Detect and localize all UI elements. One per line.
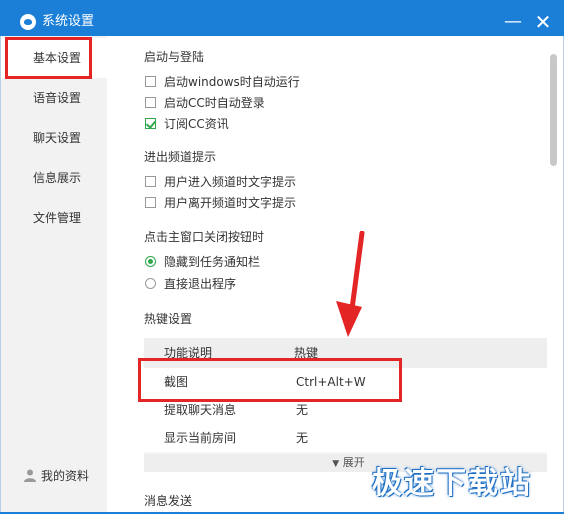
section-title-startup: 启动与登陆 <box>144 50 205 64</box>
vertical-scrollbar[interactable] <box>547 36 561 512</box>
checkbox-label: 启动CC时自动登录 <box>164 96 265 110</box>
checkbox-icon[interactable] <box>145 97 156 108</box>
radio-label: 直接退出程序 <box>164 277 237 291</box>
scrollbar-thumb[interactable] <box>550 54 557 166</box>
caret-down-icon: ▼ <box>332 459 340 469</box>
my-profile-label: 我的资料 <box>41 469 90 483</box>
minimize-button[interactable]: — <box>500 10 526 34</box>
checkbox-autologin[interactable]: 启动CC时自动登录 <box>145 93 265 113</box>
watermark-logo: 极速下载站 <box>372 466 532 501</box>
sidebar-item-chat[interactable]: 聊天设置 <box>1 118 107 158</box>
my-profile-link[interactable]: 我的资料 <box>23 466 89 486</box>
expand-label: 展开 <box>342 456 365 469</box>
checkbox-icon[interactable] <box>145 176 156 187</box>
checkbox-label: 用户进入频道时文字提示 <box>164 175 297 189</box>
checkbox-leave-tip[interactable]: 用户离开频道时文字提示 <box>145 193 296 213</box>
radio-selected-icon[interactable] <box>145 256 156 267</box>
radio-icon[interactable] <box>145 278 156 289</box>
section-title-close: 点击主窗口关闭按钮时 <box>144 230 265 244</box>
settings-window: 基本设置 语音设置 聊天设置 信息展示 文件管理 我的资料 启动与登陆 启动wi… <box>0 36 564 512</box>
checkbox-label: 用户离开频道时文字提示 <box>164 196 297 210</box>
app-logo-icon <box>20 14 36 30</box>
highlight-box <box>138 358 402 402</box>
radio-exit[interactable]: 直接退出程序 <box>145 274 236 294</box>
user-icon <box>24 469 36 482</box>
checkbox-icon[interactable] <box>145 76 156 87</box>
sidebar: 基本设置 语音设置 聊天设置 信息展示 文件管理 我的资料 <box>1 36 107 512</box>
checkbox-enter-tip[interactable]: 用户进入频道时文字提示 <box>145 172 296 192</box>
checkbox-autorun[interactable]: 启动windows时自动运行 <box>145 72 300 92</box>
checkbox-subscribe[interactable]: 订阅CC资讯 <box>145 114 229 134</box>
red-arrow-icon <box>336 231 365 337</box>
settings-content: 启动与登陆 启动windows时自动运行 启动CC时自动登录 订阅CC资讯 进出… <box>107 36 553 512</box>
highlight-box <box>5 37 92 79</box>
radio-hide-tray[interactable]: 隐藏到任务通知栏 <box>145 252 260 272</box>
table-row[interactable]: 显示当前房间 无 <box>144 424 553 452</box>
checkbox-icon[interactable] <box>145 197 156 208</box>
section-title-message: 消息发送 <box>144 494 193 508</box>
hotkey-value[interactable]: 无 <box>296 424 308 452</box>
window-title: 系统设置 <box>42 14 95 29</box>
checkbox-checked-icon[interactable] <box>145 118 156 129</box>
radio-label: 隐藏到任务通知栏 <box>164 255 261 269</box>
checkbox-label: 订阅CC资讯 <box>164 117 229 131</box>
section-title-channel: 进出频道提示 <box>144 150 217 164</box>
hotkey-function: 显示当前房间 <box>164 431 237 445</box>
section-title-hotkeys: 热键设置 <box>144 312 193 326</box>
close-button[interactable]: ✕ <box>530 10 556 34</box>
sidebar-item-voice[interactable]: 语音设置 <box>1 78 107 118</box>
checkbox-label: 启动windows时自动运行 <box>164 75 300 89</box>
sidebar-item-info[interactable]: 信息展示 <box>1 158 107 198</box>
sidebar-item-files[interactable]: 文件管理 <box>1 198 107 238</box>
